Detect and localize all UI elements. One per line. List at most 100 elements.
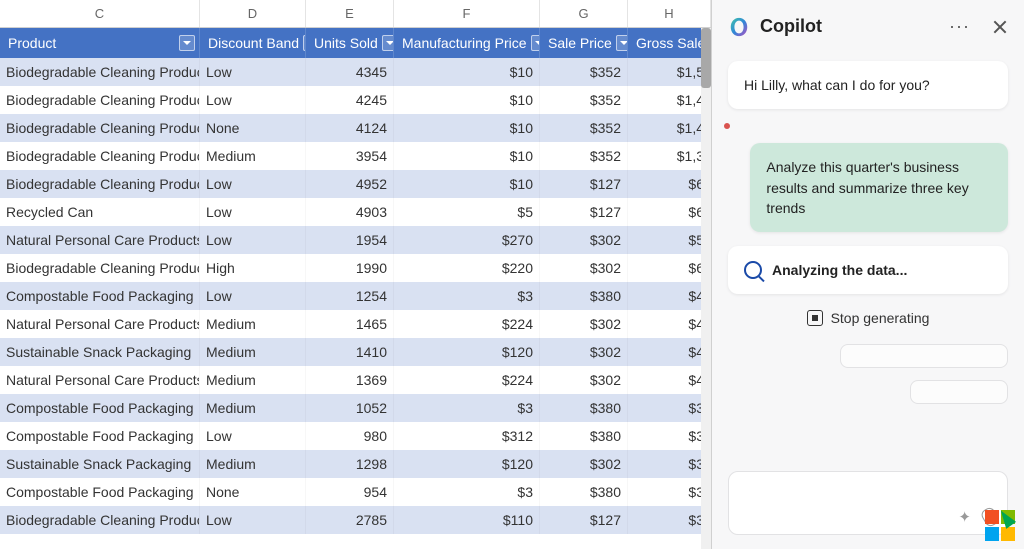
cell-gross-sales[interactable]: $5 (628, 226, 711, 254)
cell-sale-price[interactable]: $352 (540, 86, 628, 114)
cell-units-sold[interactable]: 3954 (306, 142, 394, 170)
table-row[interactable]: Compostable Food PackagingLow980$312$380… (0, 422, 711, 450)
cell-gross-sales[interactable]: $4 (628, 338, 711, 366)
filter-sale-icon[interactable] (616, 35, 628, 51)
suggestion-placeholder[interactable] (840, 344, 1008, 368)
cell-sale-price[interactable]: $302 (540, 450, 628, 478)
cell-units-sold[interactable]: 1254 (306, 282, 394, 310)
cell-units-sold[interactable]: 4124 (306, 114, 394, 142)
cell-mfg-price[interactable]: $3 (394, 478, 540, 506)
cell-mfg-price[interactable]: $270 (394, 226, 540, 254)
cell-product[interactable]: Compostable Food Packaging (0, 282, 200, 310)
cell-mfg-price[interactable]: $10 (394, 142, 540, 170)
cell-units-sold[interactable]: 980 (306, 422, 394, 450)
cell-discount-band[interactable]: None (200, 114, 306, 142)
cell-product[interactable]: Sustainable Snack Packaging (0, 450, 200, 478)
cell-discount-band[interactable]: Medium (200, 338, 306, 366)
cell-units-sold[interactable]: 4903 (306, 198, 394, 226)
filter-product-icon[interactable] (179, 35, 195, 51)
table-row[interactable]: Natural Personal Care ProductsMedium1465… (0, 310, 711, 338)
cell-discount-band[interactable]: Low (200, 170, 306, 198)
cell-discount-band[interactable]: Low (200, 86, 306, 114)
cell-mfg-price[interactable]: $224 (394, 366, 540, 394)
cell-gross-sales[interactable]: $1,4 (628, 114, 711, 142)
cell-sale-price[interactable]: $380 (540, 282, 628, 310)
cell-gross-sales[interactable]: $3 (628, 422, 711, 450)
cell-gross-sales[interactable]: $1,3 (628, 142, 711, 170)
cell-discount-band[interactable]: Medium (200, 366, 306, 394)
table-row[interactable]: Recycled CanLow4903$5$127$6 (0, 198, 711, 226)
cell-gross-sales[interactable]: $1,4 (628, 86, 711, 114)
cell-units-sold[interactable]: 4245 (306, 86, 394, 114)
col-letter-h[interactable]: H (628, 0, 711, 27)
cell-mfg-price[interactable]: $120 (394, 450, 540, 478)
cell-gross-sales[interactable]: $4 (628, 282, 711, 310)
cell-product[interactable]: Recycled Can (0, 198, 200, 226)
table-row[interactable]: Compostable Food PackagingMedium1052$3$3… (0, 394, 711, 422)
cell-gross-sales[interactable]: $4 (628, 310, 711, 338)
cell-units-sold[interactable]: 2785 (306, 506, 394, 534)
cell-mfg-price[interactable]: $10 (394, 58, 540, 86)
cell-units-sold[interactable]: 1369 (306, 366, 394, 394)
cell-discount-band[interactable]: Low (200, 282, 306, 310)
cell-sale-price[interactable]: $380 (540, 422, 628, 450)
cell-mfg-price[interactable]: $5 (394, 198, 540, 226)
cell-units-sold[interactable]: 1465 (306, 310, 394, 338)
cell-sale-price[interactable]: $352 (540, 114, 628, 142)
table-row[interactable]: Biodegradable Cleaning ProductsLow4245$1… (0, 86, 711, 114)
cell-sale-price[interactable]: $380 (540, 478, 628, 506)
close-icon[interactable] (992, 19, 1008, 35)
table-row[interactable]: Biodegradable Cleaning ProductsLow4345$1… (0, 58, 711, 86)
cell-discount-band[interactable]: Low (200, 422, 306, 450)
cell-product[interactable]: Natural Personal Care Products (0, 310, 200, 338)
cell-discount-band[interactable]: Low (200, 506, 306, 534)
vertical-scrollbar[interactable] (701, 28, 711, 549)
table-row[interactable]: Sustainable Snack PackagingMedium1298$12… (0, 450, 711, 478)
cell-gross-sales[interactable]: $3 (628, 394, 711, 422)
cell-discount-band[interactable]: Medium (200, 310, 306, 338)
cell-mfg-price[interactable]: $110 (394, 506, 540, 534)
table-row[interactable]: Biodegradable Cleaning ProductsLow4952$1… (0, 170, 711, 198)
cell-gross-sales[interactable]: $1,5 (628, 58, 711, 86)
cell-gross-sales[interactable]: $6 (628, 198, 711, 226)
cell-mfg-price[interactable]: $10 (394, 86, 540, 114)
cell-mfg-price[interactable]: $120 (394, 338, 540, 366)
cell-units-sold[interactable]: 4952 (306, 170, 394, 198)
cell-product[interactable]: Sustainable Snack Packaging (0, 338, 200, 366)
cell-gross-sales[interactable]: $6 (628, 254, 711, 282)
col-letter-f[interactable]: F (394, 0, 540, 27)
table-row[interactable]: Natural Personal Care ProductsLow1954$27… (0, 226, 711, 254)
table-row[interactable]: Natural Personal Care ProductsMedium1369… (0, 366, 711, 394)
cell-gross-sales[interactable]: $3 (628, 478, 711, 506)
suggestion-placeholder[interactable] (910, 380, 1008, 404)
table-row[interactable]: Biodegradable Cleaning ProductsMedium395… (0, 142, 711, 170)
cell-units-sold[interactable]: 954 (306, 478, 394, 506)
cell-sale-price[interactable]: $127 (540, 506, 628, 534)
cell-sale-price[interactable]: $127 (540, 198, 628, 226)
cell-sale-price[interactable]: $302 (540, 226, 628, 254)
cell-product[interactable]: Natural Personal Care Products (0, 226, 200, 254)
cell-discount-band[interactable]: None (200, 478, 306, 506)
cell-mfg-price[interactable]: $3 (394, 394, 540, 422)
cell-mfg-price[interactable]: $10 (394, 170, 540, 198)
cell-gross-sales[interactable]: $4 (628, 366, 711, 394)
cell-product[interactable]: Natural Personal Care Products (0, 366, 200, 394)
cell-sale-price[interactable]: $380 (540, 394, 628, 422)
sparkle-icon[interactable]: ✦ (958, 508, 971, 526)
cell-units-sold[interactable]: 1954 (306, 226, 394, 254)
cell-product[interactable]: Compostable Food Packaging (0, 394, 200, 422)
col-letter-g[interactable]: G (540, 0, 628, 27)
cell-discount-band[interactable]: Low (200, 226, 306, 254)
scroll-thumb[interactable] (701, 28, 711, 88)
cell-discount-band[interactable]: Medium (200, 394, 306, 422)
table-row[interactable]: Compostable Food PackagingLow1254$3$380$… (0, 282, 711, 310)
cell-product[interactable]: Biodegradable Cleaning Products (0, 86, 200, 114)
cell-product[interactable]: Biodegradable Cleaning Products (0, 170, 200, 198)
table-body[interactable]: Biodegradable Cleaning ProductsLow4345$1… (0, 58, 711, 549)
cell-product[interactable]: Biodegradable Cleaning Products (0, 114, 200, 142)
cell-mfg-price[interactable]: $312 (394, 422, 540, 450)
table-row[interactable]: Biodegradable Cleaning ProductsNone4124$… (0, 114, 711, 142)
cell-mfg-price[interactable]: $10 (394, 114, 540, 142)
cell-mfg-price[interactable]: $3 (394, 282, 540, 310)
cell-mfg-price[interactable]: $220 (394, 254, 540, 282)
